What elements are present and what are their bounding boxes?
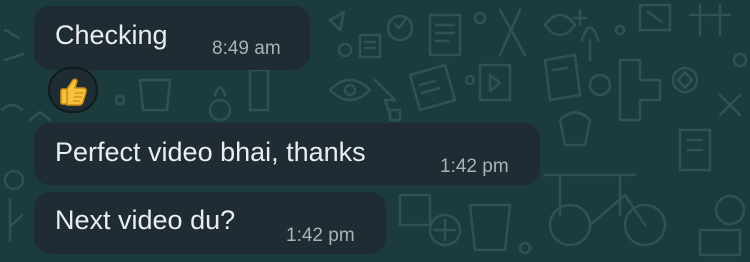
message-bubble[interactable]: Next video du? 1:42 pm	[34, 192, 386, 254]
message-timestamp: 1:42 pm	[440, 156, 509, 177]
message-timestamp: 1:42 pm	[286, 225, 355, 246]
message-timestamp: 8:49 am	[212, 38, 281, 59]
message-bubble[interactable]: Perfect video bhai, thanks 1:42 pm	[34, 123, 540, 185]
reaction-badge[interactable]	[48, 67, 98, 113]
message-text: Perfect video bhai, thanks	[55, 137, 366, 167]
message-text: Next video du?	[55, 205, 236, 235]
thumbs-up-icon	[60, 78, 87, 106]
message-text: Checking	[55, 20, 168, 50]
message-bubble[interactable]: Checking 8:49 am	[34, 6, 310, 70]
